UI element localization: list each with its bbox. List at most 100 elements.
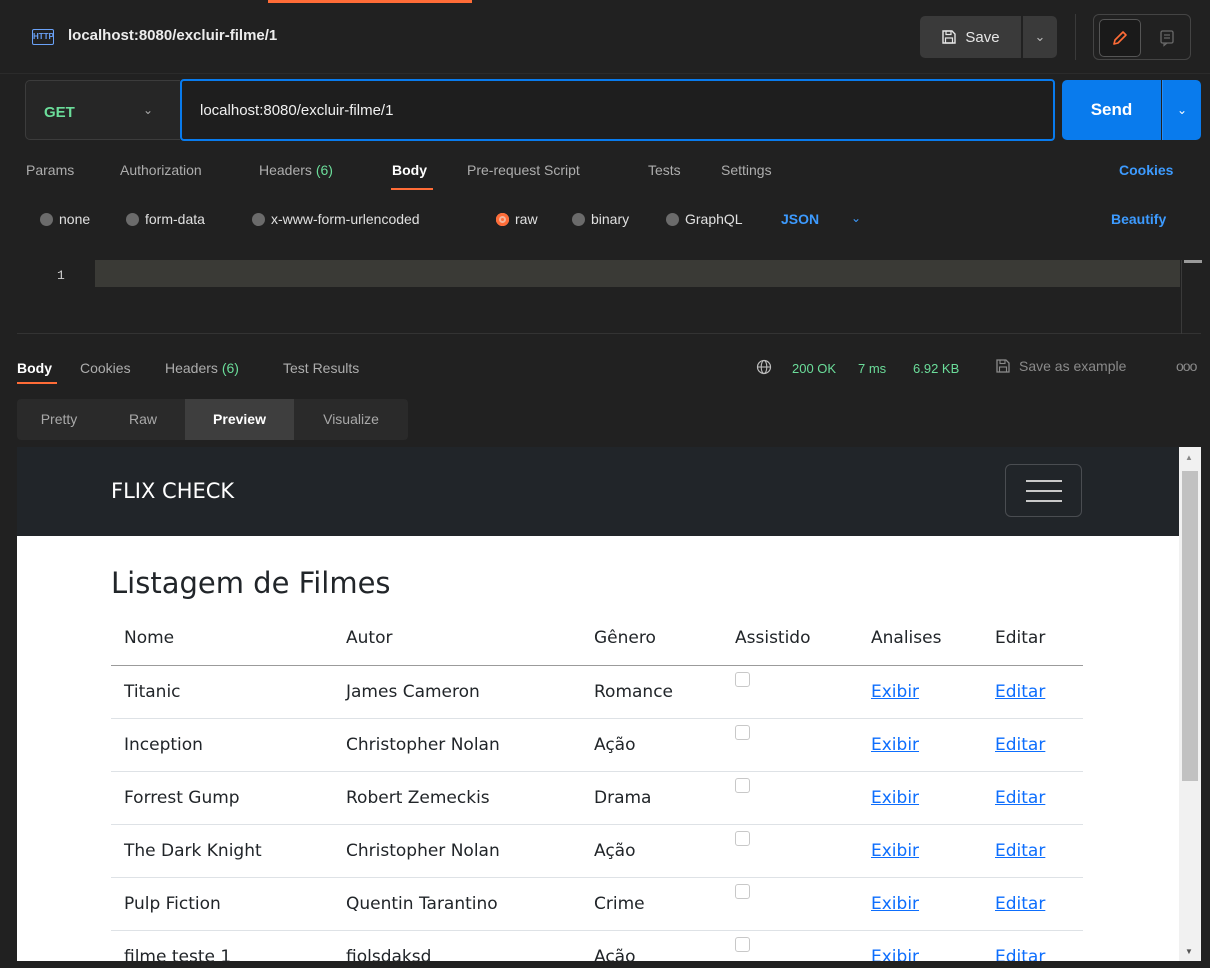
save-as-example-button[interactable]: Save as example [995,358,1126,374]
view-reviews-link[interactable]: Exibir [871,894,919,914]
reviews-cell: Exibir [858,877,982,931]
table-header-row: Nome Autor Gênero Assistido Analises Edi… [111,612,1083,666]
radio-circle [666,212,679,226]
preview-scrollbar[interactable]: ▲ ▼ [1179,447,1201,961]
edit-film-link[interactable]: Editar [995,682,1045,702]
format-select[interactable]: JSON [781,211,819,227]
film-genre: Ação [581,718,722,772]
beautify-link[interactable]: Beautify [1111,211,1166,227]
toolbar-divider [1075,14,1076,60]
line-number: 1 [57,268,65,283]
radio-urlencoded[interactable]: x-www-form-urlencoded [252,211,420,227]
edit-documentation-button[interactable] [1099,19,1141,57]
watched-checkbox[interactable] [735,936,750,952]
film-name: Titanic [111,665,333,719]
view-reviews-link[interactable]: Exibir [871,682,919,702]
tab-authorization[interactable]: Authorization [120,162,202,178]
send-button[interactable]: Send [1062,80,1161,140]
edit-film-link[interactable]: Editar [995,735,1045,755]
tab-pre-request-script[interactable]: Pre-request Script [467,162,580,178]
tab-body[interactable]: Body [392,162,427,178]
view-visualize[interactable]: Visualize [294,399,408,440]
hamburger-line [1026,480,1062,482]
edit-cell: Editar [982,665,1083,719]
floppy-disk-icon [942,30,957,44]
tab-params[interactable]: Params [26,162,74,178]
watched-checkbox[interactable] [735,830,750,846]
view-reviews-link[interactable]: Exibir [871,841,919,861]
save-button[interactable]: Save [920,16,1021,58]
response-size[interactable]: 6.92 KB [913,361,959,376]
chevron-down-icon[interactable]: ⌄ [851,211,861,225]
active-tab-indicator [268,0,472,3]
tab-settings[interactable]: Settings [721,162,772,178]
edit-film-link[interactable]: Editar [995,947,1045,962]
cookies-link[interactable]: Cookies [1119,162,1173,178]
hamburger-menu-icon[interactable] [1005,464,1082,517]
column-header: Analises [858,612,982,666]
edit-film-link[interactable]: Editar [995,894,1045,914]
film-name: The Dark Knight [111,824,333,878]
save-options-button[interactable]: ⌄ [1023,16,1057,58]
response-tab-underline [17,382,57,384]
preview-scroll-thumb[interactable] [1182,471,1198,781]
watched-checkbox[interactable] [735,724,750,740]
radio-graphql[interactable]: GraphQL [666,211,743,227]
active-tab-underline [391,188,433,190]
active-line-highlight[interactable] [95,260,1180,287]
method-select[interactable]: GET ⌄ [25,80,180,140]
response-headers-count: (6) [221,360,239,376]
status-code[interactable]: 200 OK [792,361,836,376]
url-input[interactable] [180,79,1055,141]
reviews-cell: Exibir [858,718,982,772]
response-tab-cookies[interactable]: Cookies [80,360,131,376]
view-reviews-link[interactable]: Exibir [871,947,919,962]
watched-checkbox[interactable] [735,883,750,899]
edit-cell: Editar [982,877,1083,931]
response-tab-headers[interactable]: Headers (6) [165,360,239,376]
radio-circle [252,212,265,226]
radio-form-data[interactable]: form-data [126,211,205,227]
scroll-down-icon[interactable]: ▼ [1185,947,1193,956]
more-options-icon[interactable]: ooo [1176,358,1197,374]
http-icon: HTTP [32,29,54,45]
edit-film-link[interactable]: Editar [995,788,1045,808]
view-raw[interactable]: Raw [101,399,185,440]
editor-scroll-thumb[interactable] [1184,260,1202,263]
film-genre: Ação [581,930,722,961]
radio-circle [572,212,585,226]
response-tab-body[interactable]: Body [17,360,52,376]
watched-checkbox[interactable] [735,777,750,793]
response-time[interactable]: 7 ms [858,361,886,376]
send-options-button[interactable]: ⌄ [1162,80,1201,140]
film-author: fiolsdaksd [333,930,581,961]
globe-icon[interactable] [756,359,772,375]
view-preview[interactable]: Preview [185,399,294,440]
column-header: Gênero [581,612,722,666]
table-row: Titanic James Cameron Romance Exibir Edi… [111,665,1083,719]
table-row: filme teste 1 fiolsdaksd Ação Exibir Edi… [111,930,1083,961]
editor-scrollbar[interactable] [1181,260,1202,334]
brand-logo[interactable]: FLIX CHECK [111,479,234,503]
film-name: Inception [111,718,333,772]
response-tab-test-results[interactable]: Test Results [283,360,359,376]
tab-tests[interactable]: Tests [648,162,681,178]
scroll-up-icon[interactable]: ▲ [1185,453,1193,462]
table-row: Inception Christopher Nolan Ação Exibir … [111,718,1083,772]
table-row: Forrest Gump Robert Zemeckis Drama Exibi… [111,771,1083,825]
edit-film-link[interactable]: Editar [995,841,1045,861]
pencil-icon [1113,31,1127,45]
watched-checkbox[interactable] [735,671,750,687]
tab-headers[interactable]: Headers (6) [259,162,333,178]
view-reviews-link[interactable]: Exibir [871,735,919,755]
radio-none-label: none [59,211,91,227]
view-reviews-link[interactable]: Exibir [871,788,919,808]
radio-graphql-label: GraphQL [685,211,743,227]
view-pretty[interactable]: Pretty [17,399,101,440]
radio-none[interactable]: none [40,211,90,227]
radio-raw[interactable]: raw [496,211,538,227]
comments-button[interactable] [1148,19,1186,57]
radio-binary[interactable]: binary [572,211,629,227]
column-header: Assistido [722,612,858,666]
request-title[interactable]: localhost:8080/excluir-filme/1 [68,27,277,44]
